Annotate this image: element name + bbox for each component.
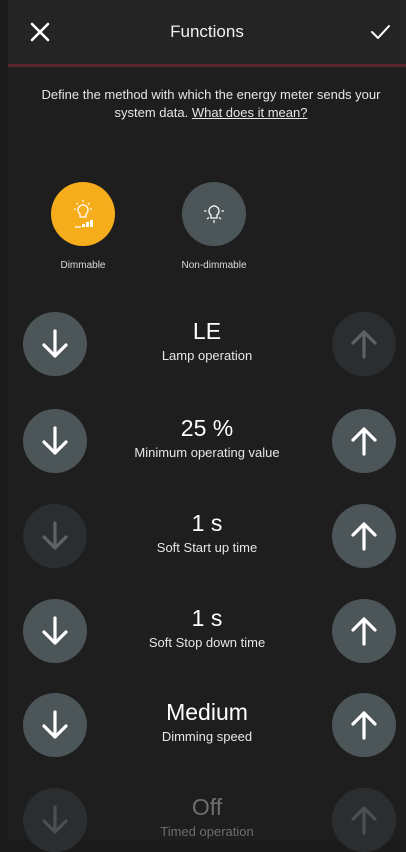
dimmable-option-circle xyxy=(51,182,115,246)
setting-value: 25 % xyxy=(180,415,234,441)
setting-label: Timed operation xyxy=(160,824,254,839)
setting-label: Lamp operation xyxy=(161,348,253,363)
non-dimmable-option-circle xyxy=(182,182,246,246)
arrow-up-icon xyxy=(351,522,377,551)
arrow-up-icon xyxy=(351,617,377,646)
decrease-button[interactable] xyxy=(23,504,87,568)
arrow-up-icon xyxy=(351,711,377,740)
confirm-button[interactable] xyxy=(362,14,398,50)
setting-value: Off xyxy=(191,794,223,820)
decrease-button[interactable] xyxy=(23,312,87,376)
page-title: Functions xyxy=(170,22,244,41)
load-type-dimmable[interactable]: Dimmable xyxy=(38,182,128,271)
arrow-down-icon xyxy=(42,426,68,455)
arrow-up-icon xyxy=(351,427,377,456)
setting-value: 1 s xyxy=(191,605,223,631)
dimmable-label: Dimmable xyxy=(60,260,106,271)
setting-row-soft-stop: 1 s Soft Stop down time xyxy=(8,599,406,663)
decrease-button[interactable] xyxy=(23,409,87,473)
increase-button[interactable] xyxy=(332,504,396,568)
setting-row-minimum-operating-value: 25 % Minimum operating value xyxy=(8,409,406,473)
setting-row-lamp-operation: LE Lamp operation xyxy=(8,312,406,376)
screen: Functions Define the method with which t… xyxy=(8,0,406,852)
arrow-down-icon xyxy=(42,710,68,739)
setting-row-soft-start: 1 s Soft Start up time xyxy=(8,504,406,568)
increase-button[interactable] xyxy=(332,693,396,757)
what-does-it-mean-link[interactable]: What does it mean? xyxy=(192,105,308,120)
arrow-down-icon xyxy=(42,521,68,550)
setting-value: LE xyxy=(192,318,222,344)
increase-button[interactable] xyxy=(332,312,396,376)
setting-row-dimming-speed: Medium Dimming speed xyxy=(8,693,406,757)
setting-value: Medium xyxy=(166,699,248,725)
arrow-down-icon xyxy=(42,616,68,645)
arrow-down-icon xyxy=(42,805,68,834)
setting-value: 1 s xyxy=(191,510,223,536)
arrow-up-icon xyxy=(351,330,377,359)
setting-row-timed-operation: Off Timed operation xyxy=(8,788,406,852)
decrease-button[interactable] xyxy=(23,788,87,852)
description: Define the method with which the energy … xyxy=(22,86,400,122)
check-icon xyxy=(371,25,390,39)
setting-label: Soft Stop down time xyxy=(148,635,266,650)
non-dimmable-label: Non-dimmable xyxy=(181,260,247,271)
bulb-icon xyxy=(204,205,224,223)
arrow-down-icon xyxy=(42,329,68,358)
decrease-button[interactable] xyxy=(23,693,87,757)
decrease-button[interactable] xyxy=(23,599,87,663)
bulb-dimmable-icon xyxy=(74,200,93,228)
arrow-up-icon xyxy=(351,806,377,835)
increase-button[interactable] xyxy=(332,599,396,663)
setting-label: Soft Start up time xyxy=(156,540,258,555)
header-bar: Functions xyxy=(8,0,406,67)
increase-button[interactable] xyxy=(332,409,396,473)
setting-label: Minimum operating value xyxy=(134,445,280,460)
setting-label: Dimming speed xyxy=(161,729,253,744)
increase-button[interactable] xyxy=(332,788,396,852)
load-type-non-dimmable[interactable]: Non-dimmable xyxy=(169,182,259,271)
